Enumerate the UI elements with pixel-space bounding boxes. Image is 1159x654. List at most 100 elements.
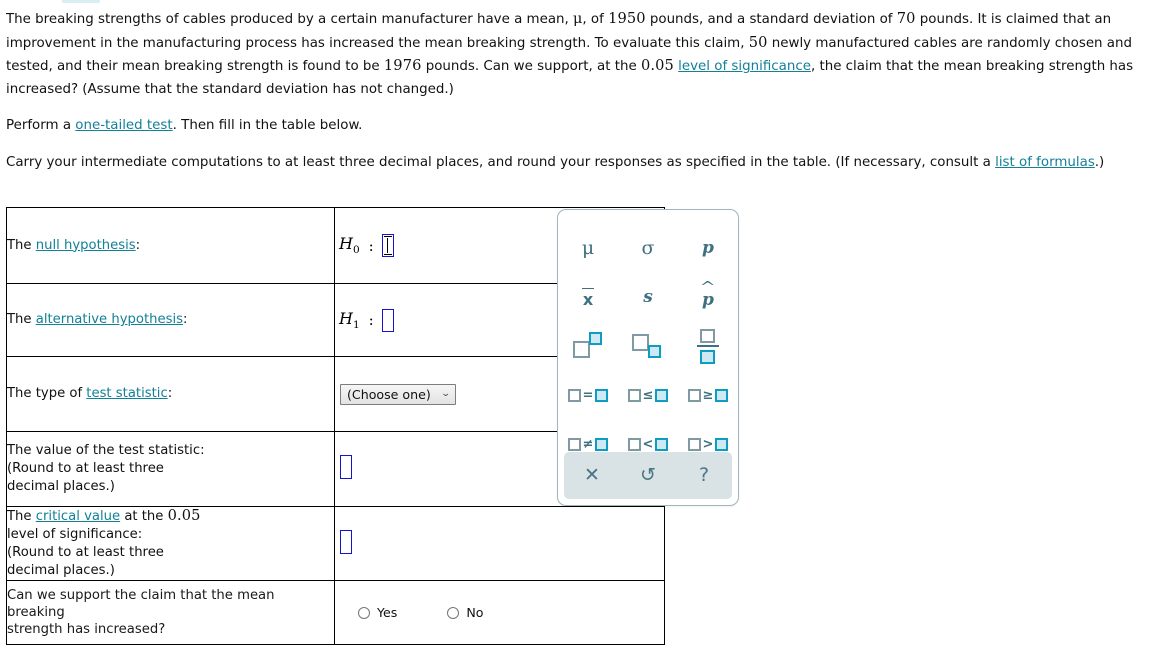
label-suffix: : <box>167 386 173 401</box>
label-critical-value: The critical value at the 0.05 level of … <box>6 506 335 581</box>
link-level-of-significance[interactable]: level of significance <box>678 59 811 74</box>
problem-statement: The breaking strengths of cables produce… <box>6 8 1146 184</box>
label-test-statistic-value: The value of the test statistic: (Round … <box>6 431 335 507</box>
label-prefix: The <box>7 312 36 327</box>
label-line-2: strength has increased? <box>7 622 166 637</box>
cell-critical-value-input <box>334 506 665 581</box>
numeric-value: 70 <box>896 10 916 27</box>
label-conclusion-question: Can we support the claim that the mean b… <box>6 580 335 645</box>
palette-row: xsp <box>558 273 738 322</box>
subscript-glyph <box>632 332 664 362</box>
undo-icon[interactable]: ↺ <box>620 452 676 499</box>
text-run: . Then fill in the table below. <box>172 118 363 133</box>
mu-symbol-glyph: μ <box>581 237 595 259</box>
label-line-3: decimal places.) <box>7 479 115 494</box>
help-icon-glyph: ? <box>698 464 710 486</box>
label-null-hypothesis: The null hypothesis: <box>6 207 335 284</box>
hypothesis-symbol-h0: H0 <box>339 234 360 257</box>
math-symbol-palette: μ σ p x s p = ≤ ≥ ≠ < > ✕ ↺? <box>557 209 739 506</box>
radio-option-no[interactable]: No <box>447 605 483 620</box>
text-run: The breaking strengths of cables produce… <box>6 12 574 27</box>
radio-group-conclusion: Yes No <box>335 605 664 620</box>
radio-circle-yes[interactable] <box>358 606 370 619</box>
less-than-or-equal-icon[interactable]: ≤ <box>618 371 678 420</box>
greater-than-or-equal-icon[interactable]: ≥ <box>678 371 738 420</box>
p-hat-symbol-glyph: p <box>702 287 714 309</box>
p-symbol[interactable]: p <box>678 224 738 273</box>
palette-symbol-grid: μ σ p x s p = ≤ ≥ ≠ < > <box>558 210 738 469</box>
palette-row: μσp <box>558 224 738 273</box>
input-test-statistic-value[interactable] <box>340 455 352 479</box>
equals-icon-glyph: = <box>567 389 609 402</box>
link-list-of-formulas[interactable]: list of formulas <box>995 155 1095 170</box>
numeric-value: 0.05 <box>641 57 674 74</box>
x-bar-symbol[interactable]: x <box>558 273 618 322</box>
sigma-symbol[interactable]: σ <box>618 224 678 273</box>
link-one-tailed-test[interactable]: one-tailed test <box>75 118 172 133</box>
palette-row <box>558 322 738 371</box>
equals-icon[interactable]: = <box>558 371 618 420</box>
x-bar-symbol-glyph: x <box>581 287 595 309</box>
palette-footer-toolbar: ✕ ↺? <box>564 452 732 499</box>
numeric-value: 1950 <box>608 10 646 27</box>
hypothesis-symbol-h1: H1 <box>339 308 360 332</box>
clear-icon[interactable]: ✕ <box>564 452 620 499</box>
problem-paragraph-1: The breaking strengths of cables produce… <box>6 8 1146 101</box>
p-hat-symbol[interactable]: p <box>678 273 738 322</box>
fraction-glyph <box>697 328 719 365</box>
superscript-icon[interactable] <box>558 322 618 371</box>
link-alternative-hypothesis[interactable]: alternative hypothesis <box>36 312 183 327</box>
link-critical-value[interactable]: critical value <box>36 509 120 524</box>
s-symbol[interactable]: s <box>618 273 678 322</box>
chevron-down-icon: ⌄ <box>441 388 452 399</box>
radio-option-yes[interactable]: Yes <box>358 605 397 620</box>
label-line-4: decimal places.) <box>7 563 115 578</box>
radio-label-yes: Yes <box>377 605 398 620</box>
mu-symbol: μ <box>573 11 583 27</box>
link-test-statistic[interactable]: test statistic <box>86 386 167 401</box>
less-than-or-equal-icon-glyph: ≤ <box>627 389 669 402</box>
dropdown-value: (Choose one) <box>347 386 431 402</box>
label-alternative-hypothesis: The alternative hypothesis: <box>6 283 335 357</box>
label-prefix: The type of <box>7 386 87 401</box>
text-run: .) <box>1094 154 1105 170</box>
palette-row: = ≤ ≥ <box>558 371 738 420</box>
label-line-2: (Round to at least three <box>7 461 164 476</box>
s-symbol-glyph: s <box>643 287 653 307</box>
text-run: , of <box>582 12 609 27</box>
not-equals-icon-glyph: ≠ <box>567 438 609 451</box>
problem-paragraph-3: Carry your intermediate computations to … <box>6 152 1146 175</box>
label-test-statistic-type: The type of test statistic: <box>6 356 335 432</box>
problem-paragraph-2: Perform a one-tailed test. Then fill in … <box>6 115 1146 138</box>
p-symbol-glyph: p <box>702 238 714 258</box>
label-line-2: level of significance: <box>7 527 143 542</box>
clear-icon-glyph: ✕ <box>584 464 600 486</box>
table-row-critical-value: The critical value at the 0.05 level of … <box>6 506 665 581</box>
mu-symbol[interactable]: μ <box>558 224 618 273</box>
numeric-value: 1976 <box>383 57 422 74</box>
link-null-hypothesis[interactable]: null hypothesis <box>36 238 136 253</box>
subscript-icon[interactable] <box>618 322 678 371</box>
colon-separator: : <box>368 236 374 255</box>
radio-circle-no[interactable] <box>447 606 460 619</box>
label-suffix: : <box>135 237 141 253</box>
less-than-icon-glyph: < <box>627 438 669 451</box>
alpha-value: 0.05 <box>167 507 201 524</box>
math-input-null-hypothesis[interactable] <box>381 234 394 257</box>
highlight-chip <box>62 0 100 3</box>
help-icon[interactable]: ? <box>676 452 732 499</box>
math-input-alternative-hypothesis[interactable] <box>381 308 394 332</box>
label-prefix: The <box>7 237 36 253</box>
table-row-conclusion: Can we support the claim that the mean b… <box>6 580 665 645</box>
text-run: pounds, and a standard deviation of <box>645 12 897 27</box>
fraction-icon[interactable] <box>678 322 738 371</box>
text-run: Carry your intermediate computations to … <box>6 154 996 170</box>
test-statistic-dropdown[interactable]: (Choose one) ⌄ <box>340 383 456 405</box>
radio-label-no: No <box>466 605 484 620</box>
input-critical-value[interactable] <box>340 529 352 554</box>
label-suffix: : <box>183 312 188 327</box>
label-line-3: (Round to at least three <box>7 545 164 560</box>
greater-than-icon-glyph: > <box>687 438 729 451</box>
label-line-1: The value of the test statistic: <box>7 443 205 458</box>
text-run: Perform a <box>6 118 76 133</box>
